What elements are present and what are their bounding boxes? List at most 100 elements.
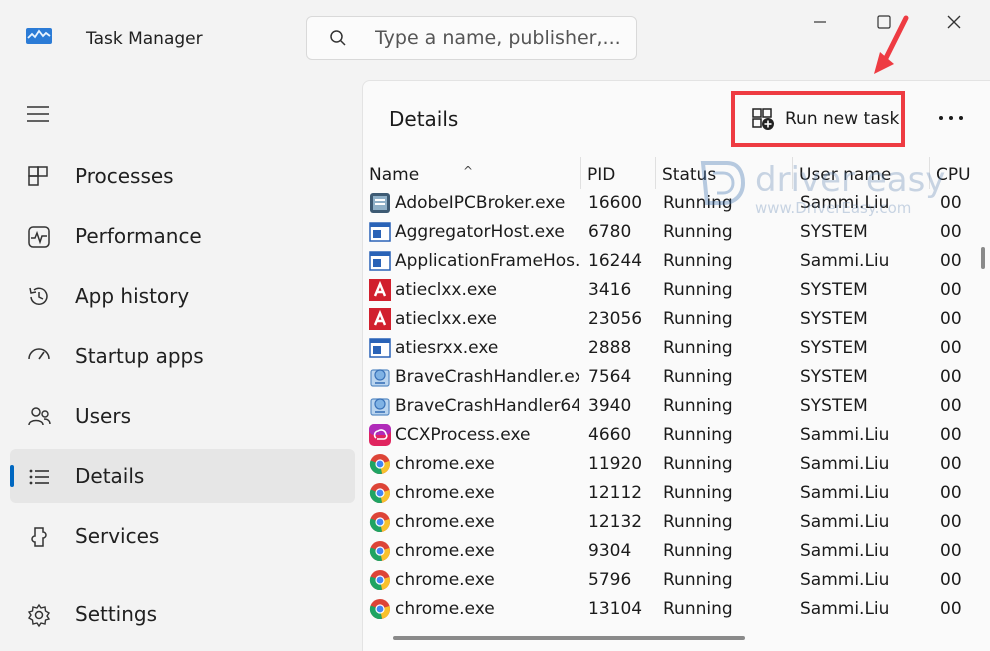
cell-cpu: 00 [940,309,962,329]
close-button[interactable] [934,6,974,38]
sidebar-item-settings[interactable]: Settings [10,587,355,641]
chrome-icon [369,541,390,562]
table-row[interactable]: ApplicationFrameHos... 16244 Running Sammi.… [363,247,990,276]
details-icon [29,469,49,485]
sidebar-item-label: Performance [75,224,202,248]
chrome-icon [369,599,390,620]
table-row[interactable]: atieclxx.exe 3416 Running SYSTEM 00 [363,276,990,305]
cell-user-name: Sammi.Liu [800,599,890,619]
column-header-pid[interactable]: PID [581,157,656,189]
table-row[interactable]: BraveCrashHandler64... 3940 Running SYSTEM 0… [363,392,990,421]
sidebar-item-startup-apps[interactable]: Startup apps [10,329,355,383]
cell-pid: 6780 [588,222,632,242]
cell-user-name: SYSTEM [800,367,868,387]
column-header-cpu[interactable]: CPU [930,157,990,189]
minimize-icon [814,21,826,23]
cell-user-name: SYSTEM [800,222,868,242]
cell-cpu: 00 [940,280,962,300]
search-input[interactable] [373,26,627,50]
table-row[interactable]: chrome.exe 12132 Running Sammi.Liu 00 [363,508,990,537]
column-header-name[interactable]: Name ^ [363,157,581,189]
table-row[interactable]: CCXProcess.exe 4660 Running Sammi.Liu 00 [363,421,990,450]
adobe-ipc-icon [370,193,390,213]
creative-cloud-icon [369,424,391,446]
cell-status: Running [663,396,733,416]
chrome-icon [369,483,390,504]
process-name: chrome.exe [395,512,495,532]
horizontal-scrollbar[interactable] [393,636,745,640]
cell-pid: 16600 [588,193,643,213]
vertical-scrollbar[interactable] [981,247,985,269]
sidebar-item-performance[interactable]: Performance [10,209,355,263]
run-new-task-button[interactable]: Run new task [731,91,905,147]
window-app-icon [369,338,391,358]
table-row[interactable]: chrome.exe 5796 Running Sammi.Liu 00 [363,566,990,595]
cell-cpu: 00 [940,541,962,561]
process-name: AdobeIPCBroker.exe [395,193,566,213]
search-icon [330,30,346,46]
more-dot [959,116,963,120]
task-manager-icon [26,28,52,44]
table-row[interactable]: AdobeIPCBroker.exe 16600 Running Sammi.Liu 0… [363,189,990,218]
cell-cpu: 00 [940,222,962,242]
table-row[interactable]: atiesrxx.exe 2888 Running SYSTEM 00 [363,334,990,363]
table-row[interactable]: chrome.exe 9304 Running Sammi.Liu 00 [363,537,990,566]
process-name: ApplicationFrameHos... [395,251,579,271]
cell-user-name: Sammi.Liu [800,512,890,532]
process-name: AggregatorHost.exe [395,222,565,242]
cell-name: atiesrxx.exe [369,334,579,363]
sidebar-item-processes[interactable]: Processes [10,149,355,203]
column-header-user-name[interactable]: User name [793,157,930,189]
table-row[interactable]: chrome.exe 13104 Running Sammi.Liu 00 [363,595,990,624]
cell-status: Running [663,367,733,387]
sidebar-item-app-history[interactable]: App history [10,269,355,323]
page-title: Details [389,107,459,131]
processes-icon [28,166,48,186]
table-body: AdobeIPCBroker.exe 16600 Running Sammi.Liu 0… [363,189,990,624]
sidebar-item-users[interactable]: Users [10,389,355,443]
more-options-button[interactable] [933,103,969,133]
cell-user-name: Sammi.Liu [800,425,890,445]
cell-pid: 13104 [588,599,643,619]
search-box[interactable] [306,16,637,60]
sidebar-item-details[interactable]: Details [10,449,355,503]
sidebar-item-label: Services [75,524,160,548]
chrome-icon [369,454,390,475]
run-new-task-icon [752,108,774,130]
cell-cpu: 00 [940,512,962,532]
table-row[interactable]: chrome.exe 11920 Running Sammi.Liu 00 [363,450,990,479]
cell-user-name: Sammi.Liu [800,483,890,503]
column-header-status[interactable]: Status [656,157,793,189]
table-row[interactable]: BraveCrashHandler.exe 7564 Running SYSTEM 00 [363,363,990,392]
cell-status: Running [663,251,733,271]
cell-user-name: SYSTEM [800,338,868,358]
app-title: Task Manager [86,29,203,49]
brave-installer-icon [370,398,390,416]
more-dot [949,116,953,120]
sidebar-item-label: App history [75,284,190,308]
run-new-task-label: Run new task [785,109,900,129]
cell-user-name: Sammi.Liu [800,570,890,590]
table-row[interactable]: AggregatorHost.exe 6780 Running SYSTEM 00 [363,218,990,247]
cell-pid: 3940 [588,396,632,416]
cell-pid: 16244 [588,251,643,271]
sidebar-item-label: Details [75,464,145,488]
cell-status: Running [663,512,733,532]
cell-name: chrome.exe [369,479,579,508]
sidebar-item-label: Processes [75,164,174,188]
cell-pid: 9304 [588,541,632,561]
column-header-label: PID [587,165,616,185]
sidebar-item-services[interactable]: Services [10,509,355,563]
minimize-button[interactable] [800,6,840,38]
table-row[interactable]: chrome.exe 12112 Running Sammi.Liu 00 [363,479,990,508]
process-name: BraveCrashHandler.exe [395,367,579,387]
column-header-label: Name [369,165,420,185]
startup-apps-icon [28,348,50,360]
cell-name: BraveCrashHandler.exe [369,363,579,392]
process-name: chrome.exe [395,599,495,619]
users-icon [28,407,51,426]
annotation-arrow [874,15,909,74]
title-bar: Task Manager [0,0,990,80]
hamburger-menu-icon[interactable] [26,104,50,124]
table-row[interactable]: atieclxx.exe 23056 Running SYSTEM 00 [363,305,990,334]
